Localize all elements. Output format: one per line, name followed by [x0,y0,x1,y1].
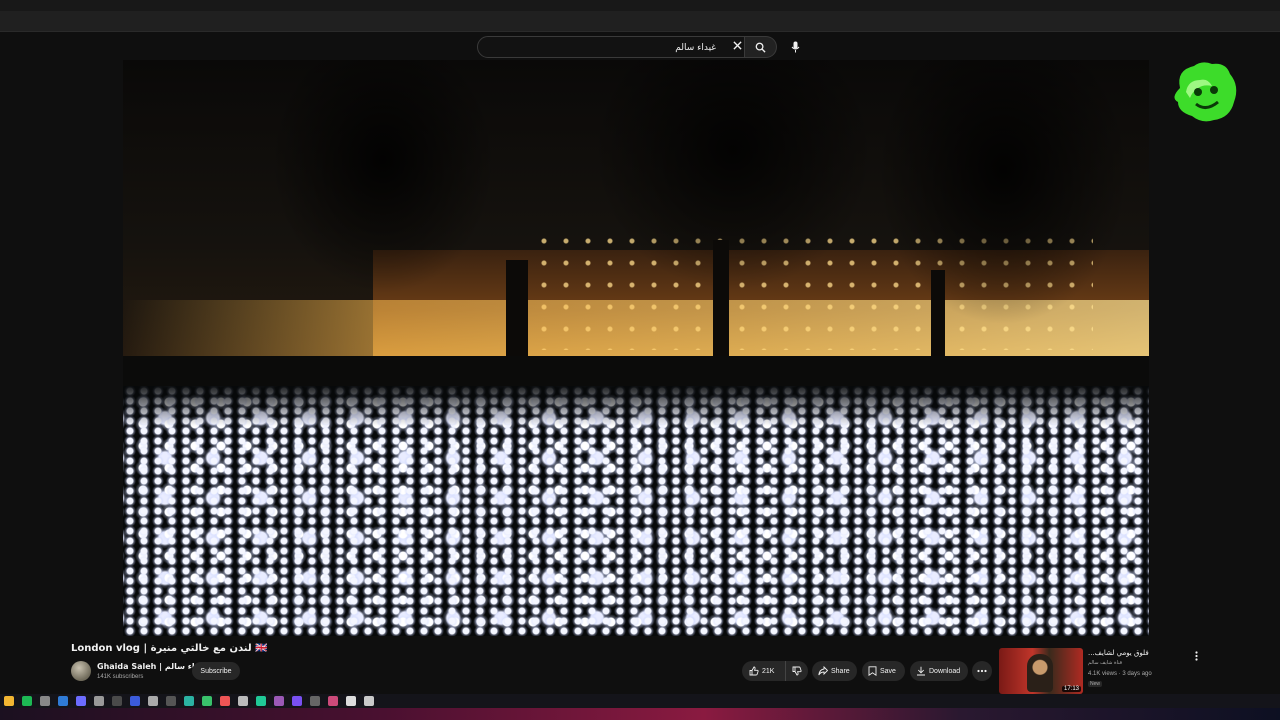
browser-tab-strip [0,0,1280,11]
mic-icon [791,41,799,53]
download-button[interactable]: Download [910,661,968,681]
video-duration: 17:13 [1061,686,1081,692]
close-icon [732,40,742,50]
app-icon[interactable] [112,696,122,706]
save-icon [868,666,877,676]
spotify-icon[interactable] [22,696,32,706]
video-frame-fade [123,386,1149,426]
desktop-wallpaper-strip [0,708,1280,720]
ghost-logo-icon [1174,62,1237,122]
app-icon[interactable] [220,696,230,706]
save-button[interactable]: Save [862,661,905,681]
recommended-more-button[interactable] [1190,650,1202,662]
like-icon [749,666,759,676]
subscriber-count: 141K subscribers [97,674,144,680]
app-icon[interactable] [364,696,374,706]
more-icon [977,669,987,673]
new-badge: New [1088,681,1103,687]
voice-search-button[interactable] [786,38,804,56]
app-icon[interactable] [328,696,338,706]
search-box[interactable] [477,36,745,58]
search-button[interactable] [745,36,777,58]
app-icon[interactable] [256,696,266,706]
app-icon[interactable] [76,696,86,706]
download-icon [917,666,925,676]
app-icon[interactable] [166,696,176,706]
thumbnail-person [1027,654,1053,692]
recommended-channel-name[interactable]: قناة شايف سالم [1088,660,1122,666]
app-icon[interactable] [310,696,320,706]
download-label: Download [929,667,961,675]
share-icon [818,666,828,676]
search-icon [755,42,766,53]
search-input[interactable] [486,40,716,56]
share-label: Share [831,667,850,675]
recommended-video-title[interactable]: فلوق يومي لشايف... [1088,649,1149,657]
app-icon[interactable] [130,696,140,706]
save-label: Save [880,667,896,675]
like-count: 21K [762,667,775,675]
browser-toolbar [0,0,1280,32]
app-icon[interactable] [274,696,284,706]
recommended-video-thumbnail[interactable]: 17:13 [999,648,1083,694]
app-icon[interactable] [40,696,50,706]
recommended-video-meta: 4.1K views · 3 days ago [1088,671,1152,677]
subscribe-button[interactable]: Subscribe [192,662,240,680]
dislike-button[interactable] [786,661,808,681]
app-icon[interactable] [238,696,248,706]
channel-avatar[interactable] [71,661,91,681]
clear-search-button[interactable] [730,36,744,54]
video-title: London vlog | لندن مع خالتي منيرة 🇬🇧 [71,643,268,654]
video-player[interactable] [123,60,1149,636]
app-icon[interactable] [202,696,212,706]
share-button[interactable]: Share [812,661,857,681]
app-icon[interactable] [184,696,194,706]
dislike-icon [792,666,802,676]
vertical-more-icon [1194,651,1198,661]
more-actions-button[interactable] [972,661,992,681]
app-icon[interactable] [94,696,104,706]
youtube-topbar [0,32,1280,60]
app-icon[interactable] [148,696,158,706]
os-taskbar [0,694,1280,708]
like-button[interactable]: 21K [742,661,786,681]
chrome-icon[interactable] [4,696,14,706]
like-dislike-group: 21K [742,661,808,681]
app-icon[interactable] [58,696,68,706]
app-icon[interactable] [292,696,302,706]
app-icon[interactable] [346,696,356,706]
